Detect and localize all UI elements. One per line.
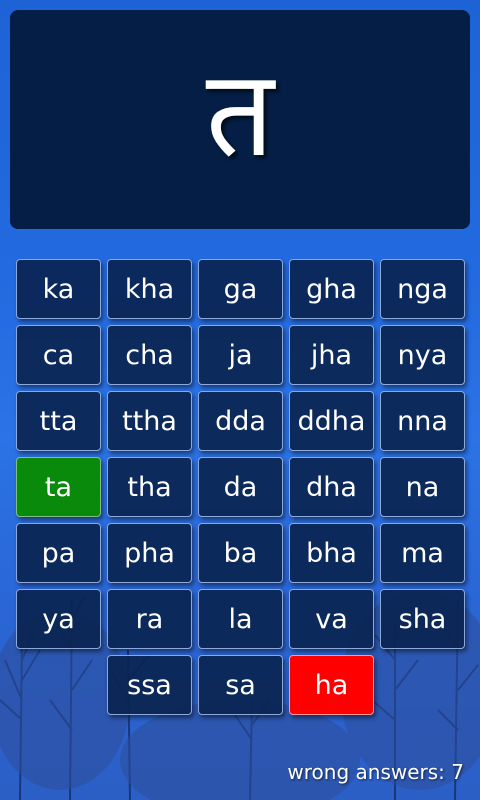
answer-button-nna[interactable]: nna: [380, 391, 465, 451]
answer-button-ga[interactable]: ga: [198, 259, 283, 319]
wrong-answers-counter: wrong answers: 7: [287, 760, 464, 784]
answer-button-gha[interactable]: gha: [289, 259, 374, 319]
answer-button-nya[interactable]: nya: [380, 325, 465, 385]
answer-button-pa[interactable]: pa: [16, 523, 101, 583]
answer-button-ta[interactable]: ta: [16, 457, 101, 517]
answer-button-ssa[interactable]: ssa: [107, 655, 192, 715]
answer-button-kha[interactable]: kha: [107, 259, 192, 319]
answer-button-dha[interactable]: dha: [289, 457, 374, 517]
answer-button-sa[interactable]: sa: [198, 655, 283, 715]
answer-grid: ka kha ga gha nga ca cha ja jha nya tta …: [0, 0, 480, 800]
answer-button-bha[interactable]: bha: [289, 523, 374, 583]
answer-button-ma[interactable]: ma: [380, 523, 465, 583]
answer-button-ca[interactable]: ca: [16, 325, 101, 385]
answer-button-cha[interactable]: cha: [107, 325, 192, 385]
answer-button-ya[interactable]: ya: [16, 589, 101, 649]
answer-button-tha[interactable]: tha: [107, 457, 192, 517]
answer-button-nga[interactable]: nga: [380, 259, 465, 319]
answer-button-ttha[interactable]: ttha: [107, 391, 192, 451]
answer-button-tta[interactable]: tta: [16, 391, 101, 451]
answer-button-sha[interactable]: sha: [380, 589, 465, 649]
answer-button-ja[interactable]: ja: [198, 325, 283, 385]
answer-button-ba[interactable]: ba: [198, 523, 283, 583]
answer-button-ka[interactable]: ka: [16, 259, 101, 319]
answer-button-ha[interactable]: ha: [289, 655, 374, 715]
answer-button-pha[interactable]: pha: [107, 523, 192, 583]
answer-button-jha[interactable]: jha: [289, 325, 374, 385]
answer-button-dda[interactable]: dda: [198, 391, 283, 451]
answer-button-ddha[interactable]: ddha: [289, 391, 374, 451]
answer-button-va[interactable]: va: [289, 589, 374, 649]
answer-button-na[interactable]: na: [380, 457, 465, 517]
answer-button-da[interactable]: da: [198, 457, 283, 517]
answer-button-ra[interactable]: ra: [107, 589, 192, 649]
answer-button-la[interactable]: la: [198, 589, 283, 649]
